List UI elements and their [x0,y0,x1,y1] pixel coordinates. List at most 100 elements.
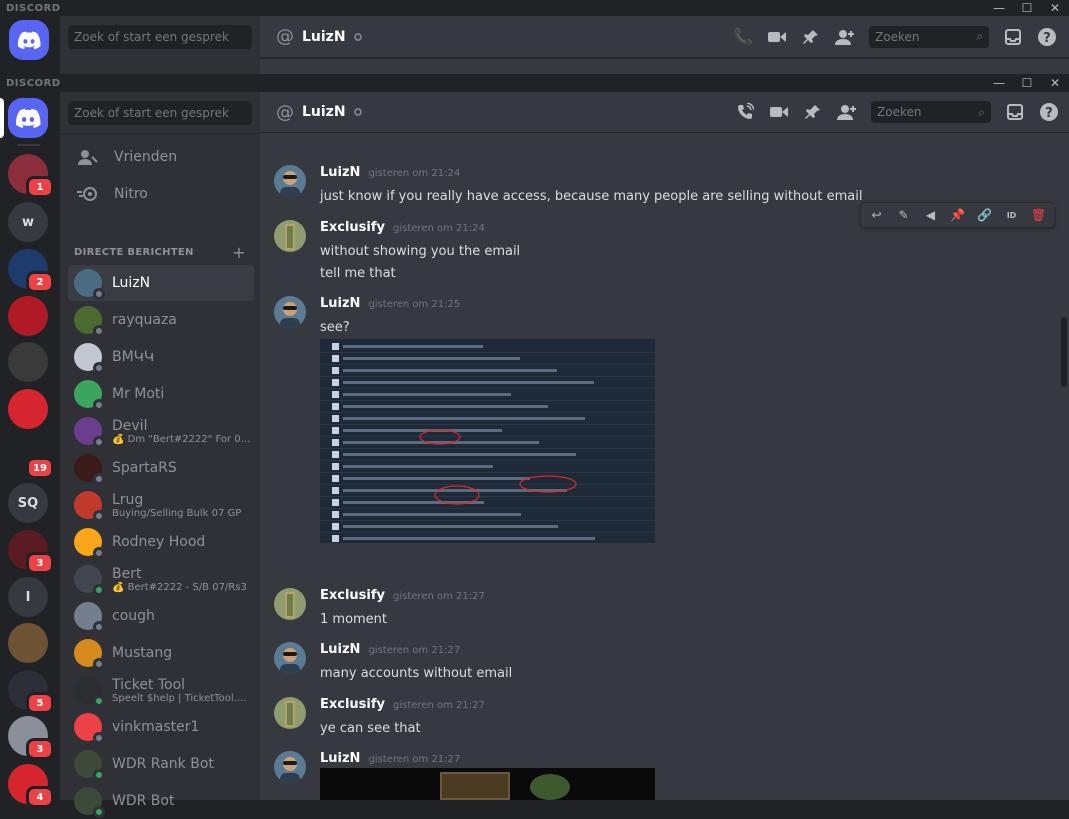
header-search[interactable]: Zoeken ⌕ [871,101,991,123]
dm-item[interactable]: Mustang [68,635,254,671]
call-icon[interactable] [735,102,755,122]
help-icon[interactable]: ? [1039,102,1059,122]
dm-item[interactable]: Devil 💰 Dm "Bert#2222" For 07 ... [68,413,254,449]
message-author[interactable]: LuizN [320,165,360,180]
dm-item[interactable]: Rodney Hood [68,524,254,560]
minimize-button[interactable]: — [985,0,1013,16]
nav-nitro[interactable]: Nitro [68,177,254,211]
pin-icon[interactable] [803,102,823,122]
pin-icon[interactable]: 📌 [946,204,969,226]
id-icon[interactable]: ID [1000,204,1023,226]
reply-icon[interactable]: ↩ [865,204,888,226]
avatar [74,676,105,707]
nav-friends[interactable]: Vrienden [68,140,254,174]
server-icon[interactable]: 19 [8,435,54,479]
discord-window: DISCORD — ☐ ✕ 1 w 2 19 SQ 3 I 5 3 4 Zoek of start… [0,74,1069,818]
avatar [74,639,105,670]
avatar[interactable] [274,751,306,783]
header-search[interactable]: Zoeken ⌕ [869,25,989,48]
edit-icon[interactable]: ✎ [892,204,915,226]
back-dm-search[interactable]: Zoek of start een gesprek [68,25,252,49]
avatar [74,528,105,559]
server-icon[interactable]: 1 [8,154,54,198]
avatar[interactable] [274,165,306,197]
dm-item[interactable]: WDR Rank Bot [68,746,254,782]
link-icon[interactable]: 🔗 [973,204,996,226]
server-list: 1 w 2 19 SQ 3 I 5 3 4 [0,92,60,808]
create-dm-button[interactable]: + [232,243,246,262]
close-button[interactable]: ✕ [1041,74,1069,92]
inbox-icon[interactable] [1003,27,1023,47]
video-icon[interactable] [767,27,787,47]
message-header: Exclusify gisteren om 21:27 [320,588,485,603]
dm-item[interactable]: Lrug Buying/Selling Bulk 07 GP [68,487,254,523]
add-friend-icon[interactable] [835,27,855,47]
avatar[interactable] [274,697,306,729]
dm-item[interactable]: cough [68,598,254,634]
header-actions: 📞 Zoeken ⌕ ? [733,25,1057,48]
avatar[interactable] [274,220,306,252]
dm-item[interactable]: Mr Moti [68,376,254,412]
status-dot [93,732,105,744]
home-button[interactable] [8,98,48,138]
dm-item[interactable]: Ticket Tool Speelt $help | TicketTool.xyz… [68,672,254,708]
message-author[interactable]: LuizN [320,296,360,311]
pin-icon[interactable] [801,27,821,47]
server-icon[interactable]: 5 [8,670,54,714]
server-icon[interactable] [8,296,48,336]
dm-item[interactable]: LuizN [68,265,254,301]
server-icon[interactable]: SQ [8,483,48,523]
message-header: LuizN gisteren om 21:25 [320,296,460,311]
dm-item[interactable]: Bert 💰 Bert#2222 - S/B 07/Rs3 [68,561,254,597]
maximize-button[interactable]: ☐ [1013,0,1041,16]
call-icon[interactable]: 📞 [733,27,753,47]
video-icon[interactable] [769,102,789,122]
minimize-button[interactable]: — [985,74,1013,92]
server-icon[interactable]: 4 [8,764,54,808]
message-author[interactable]: LuizN [320,642,360,657]
server-icon[interactable]: 2 [8,249,54,293]
message-author[interactable]: LuizN [320,751,360,766]
server-icon[interactable]: w [8,202,48,242]
server-icon[interactable]: I [8,577,48,617]
scrollbar[interactable] [1061,317,1067,387]
inbox-icon[interactable] [1005,102,1025,122]
message-author[interactable]: Exclusify [320,588,385,603]
server-icon[interactable] [8,342,48,382]
avatar[interactable] [274,296,306,328]
close-button[interactable]: ✕ [1041,0,1069,16]
dm-search-input[interactable]: Zoek of start een gesprek [68,101,252,125]
server-icon[interactable] [8,389,48,429]
message-content: see? [320,320,350,335]
message-author[interactable]: Exclusify [320,220,385,235]
trash-icon[interactable]: 🗑 [1027,204,1050,226]
dm-text: Mustang [112,645,172,661]
flag-icon[interactable]: ◀ [919,204,942,226]
dm-item[interactable]: WDR Bot [68,783,254,819]
server-icon[interactable] [8,623,48,663]
back-dm-column: Zoek of start een gesprek [60,16,260,74]
avatar [74,787,105,818]
image-attachment[interactable] [320,768,655,800]
dm-item[interactable]: BMԿԿ [68,339,254,375]
status-dot [93,362,105,374]
home-button[interactable] [9,20,49,60]
dm-text: LuizN [112,275,150,291]
header-actions: Zoeken ⌕ ? [735,101,1059,123]
avatar[interactable] [274,642,306,674]
back-content [260,58,1069,74]
message-timestamp: gisteren om 21:27 [393,591,485,602]
dm-item[interactable]: rayquaza [68,302,254,338]
window-controls: — ☐ ✕ [985,74,1069,92]
help-icon[interactable]: ? [1037,27,1057,47]
dm-item[interactable]: SpartaRS [68,450,254,486]
server-icon[interactable]: 3 [8,530,54,574]
server-icon[interactable]: 3 [8,716,54,760]
maximize-button[interactable]: ☐ [1013,74,1041,92]
nav-nitro-label: Nitro [114,186,148,202]
image-attachment[interactable] [320,339,655,543]
message-author[interactable]: Exclusify [320,697,385,712]
dm-item[interactable]: vinkmaster1 [68,709,254,745]
avatar[interactable] [274,588,306,620]
add-friend-icon[interactable] [837,102,857,122]
